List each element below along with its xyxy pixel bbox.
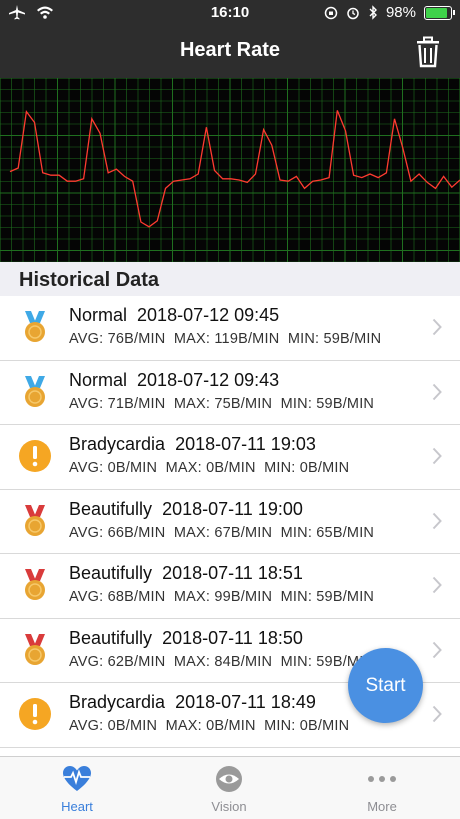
trash-icon[interactable] <box>414 36 442 68</box>
chevron-right-icon <box>432 705 442 723</box>
tab-heart-label: Heart <box>61 799 93 814</box>
tab-vision[interactable]: Vision <box>169 765 289 814</box>
record-status: Normal <box>69 369 128 390</box>
warning-icon <box>19 440 51 472</box>
record-title: Normal 2018-07-12 09:43 <box>69 370 279 391</box>
list-item[interactable]: Beautifully 2018-07-11 19:00 AVG: 66B/MIN… <box>0 490 460 554</box>
eye-icon <box>216 766 242 792</box>
record-avg: AVG: 68B/MIN <box>69 589 166 605</box>
chevron-right-icon <box>432 576 442 594</box>
chevron-right-icon <box>432 318 442 336</box>
record-max: MAX: 84B/MIN <box>173 653 273 670</box>
record-max: MAX: 119B/MIN <box>173 331 280 347</box>
tab-bar: Heart Vision More <box>0 756 460 819</box>
record-max: MAX: 0B/MIN <box>165 460 256 476</box>
record-title: Beautifully 2018-07-11 18:51 <box>69 563 303 584</box>
list-item[interactable]: Normal 2018-07-12 09:43 AVG: 71B/MIN MAX:… <box>0 361 460 425</box>
record-status: Bradycardia <box>69 692 166 712</box>
record-status: Bradycardia <box>69 434 166 454</box>
status-right: 98% <box>324 4 455 21</box>
record-datetime: 2018-07-12 09:43 <box>137 369 280 390</box>
record-avg: AVG: 0B/MIN <box>69 718 158 734</box>
heart-pulse-icon <box>63 766 91 791</box>
record-title: Beautifully 2018-07-11 18:50 <box>69 628 303 649</box>
record-stats: AVG: 68B/MIN MAX: 99B/MIN MIN: 59B/MIN <box>69 589 374 605</box>
ecg-waveform-chart <box>0 78 460 262</box>
status-bar: 16:10 98% <box>0 0 460 26</box>
medal-red-icon <box>25 504 45 536</box>
record-stats: AVG: 76B/MIN MAX: 119B/MIN MIN: 59B/MIN <box>69 331 381 347</box>
tab-heart[interactable]: Heart <box>17 765 137 814</box>
battery-icon <box>424 5 455 20</box>
record-stats: AVG: 0B/MIN MAX: 0B/MIN MIN: 0B/MIN <box>69 718 349 734</box>
record-title: Beautifully 2018-07-11 19:00 <box>69 499 303 520</box>
battery-fill <box>426 7 447 18</box>
list-item[interactable]: Normal 2018-07-12 09:45 AVG: 76B/MIN MAX:… <box>0 296 460 361</box>
record-datetime: 2018-07-11 18:51 <box>162 563 303 583</box>
section-title: Historical Data <box>19 269 160 291</box>
chevron-right-icon <box>432 383 442 400</box>
ecg-trace <box>9 109 460 228</box>
record-stats: AVG: 62B/MIN MAX: 84B/MIN MIN: 59B/MIN <box>69 654 374 670</box>
nav-bar: Heart Rate <box>0 26 460 78</box>
tab-vision-label: Vision <box>211 799 247 814</box>
record-stats: AVG: 66B/MIN MAX: 67B/MIN MIN: 65B/MIN <box>69 525 374 541</box>
record-avg: AVG: 0B/MIN <box>69 460 158 476</box>
record-status: Beautifully <box>69 563 153 583</box>
rotation-lock-icon <box>324 6 338 19</box>
chevron-right-icon <box>432 512 442 529</box>
record-min: MIN: 0B/MIN <box>264 460 350 476</box>
battery-percent: 98% <box>385 4 416 21</box>
more-dots-icon <box>368 776 396 782</box>
record-min: MIN: 59B/MIN <box>280 395 375 412</box>
chevron-right-icon <box>432 641 442 658</box>
start-button[interactable]: Start <box>348 648 423 723</box>
chevron-right-icon <box>432 447 442 465</box>
record-max: MAX: 67B/MIN <box>173 524 273 541</box>
medal-red-icon <box>25 633 45 665</box>
warning-icon <box>19 698 51 730</box>
bluetooth-icon <box>369 5 377 20</box>
record-avg: AVG: 71B/MIN <box>69 395 166 412</box>
record-min: MIN: 59B/MIN <box>280 589 375 605</box>
record-min: MIN: 0B/MIN <box>264 718 350 734</box>
record-status: Beautifully <box>69 498 153 519</box>
list-item[interactable]: Beautifully 2018-07-11 18:51 AVG: 68B/MIN… <box>0 554 460 619</box>
medal-red-icon <box>25 569 45 600</box>
record-stats: AVG: 0B/MIN MAX: 0B/MIN MIN: 0B/MIN <box>69 460 349 476</box>
medal-blue-icon <box>25 311 45 342</box>
alarm-icon <box>347 7 359 19</box>
record-avg: AVG: 76B/MIN <box>69 331 166 347</box>
page-title: Heart Rate <box>179 39 281 61</box>
medal-blue-icon <box>25 375 45 407</box>
record-title: Bradycardia 2018-07-11 18:49 <box>69 692 316 713</box>
record-max: MAX: 75B/MIN <box>173 395 273 412</box>
record-max: MAX: 0B/MIN <box>165 718 256 734</box>
tab-more[interactable]: More <box>322 765 442 814</box>
record-datetime: 2018-07-12 09:45 <box>137 305 280 325</box>
list-item[interactable]: Bradycardia 2018-07-11 19:03 AVG: 0B/MIN … <box>0 425 460 490</box>
record-status: Beautifully <box>69 627 153 648</box>
record-avg: AVG: 66B/MIN <box>69 524 166 541</box>
record-title: Normal 2018-07-12 09:45 <box>69 305 279 326</box>
record-datetime: 2018-07-11 18:49 <box>175 692 316 712</box>
tab-more-label: More <box>367 799 397 814</box>
record-status: Normal <box>69 305 128 325</box>
record-min: MIN: 59B/MIN <box>287 331 382 347</box>
record-datetime: 2018-07-11 19:03 <box>175 434 316 454</box>
record-avg: AVG: 62B/MIN <box>69 653 166 670</box>
record-datetime: 2018-07-11 19:00 <box>162 498 303 519</box>
record-min: MIN: 65B/MIN <box>280 524 375 541</box>
record-title: Bradycardia 2018-07-11 19:03 <box>69 434 316 455</box>
section-header: Historical Data <box>0 262 460 296</box>
record-datetime: 2018-07-11 18:50 <box>162 627 303 648</box>
list-item[interactable]: Beautifully 2018-07-11 18:48 <box>0 748 460 757</box>
record-stats: AVG: 71B/MIN MAX: 75B/MIN MIN: 59B/MIN <box>69 396 374 412</box>
record-max: MAX: 99B/MIN <box>173 589 273 605</box>
